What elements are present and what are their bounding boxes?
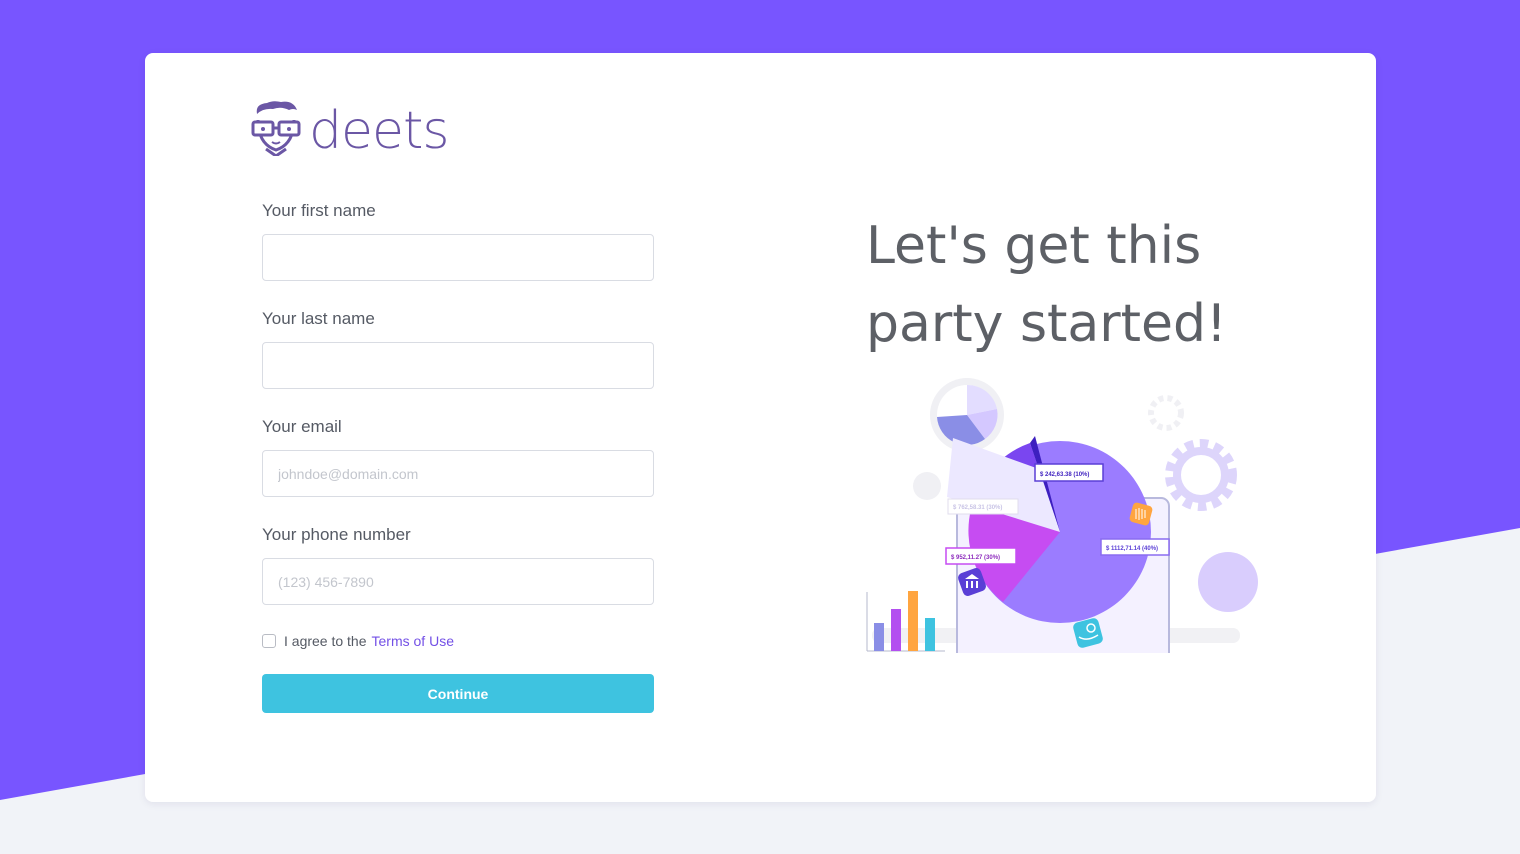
signup-form: Your first name Your last name Your emai… xyxy=(262,201,654,713)
pie-label-2: $ 762,58.31 (30%) xyxy=(953,505,1002,511)
pie-label-4: $ 1112,71.14 (40%) xyxy=(1106,546,1158,552)
last-name-label: Your last name xyxy=(262,309,375,328)
face-logo-icon xyxy=(251,100,301,161)
phone-label: Your phone number xyxy=(262,525,411,544)
terms-of-use-link[interactable]: Terms of Use xyxy=(372,633,454,649)
brand-name: deets xyxy=(309,100,449,161)
pie-label-3: $ 952,11.27 (30%) xyxy=(951,555,1000,561)
terms-checkbox[interactable] xyxy=(262,634,276,648)
first-name-label: Your first name xyxy=(262,201,376,220)
continue-button[interactable]: Continue xyxy=(262,674,654,713)
terms-agreement: I agree to the Terms of Use xyxy=(262,633,654,649)
email-input[interactable] xyxy=(262,450,654,497)
phone-input[interactable] xyxy=(262,558,654,605)
pie-label-1: $ 242,63.38 (10%) xyxy=(1040,472,1089,478)
hero-headline: Let's get this party started! xyxy=(866,216,1227,354)
logo: deets xyxy=(251,100,449,161)
email-label: Your email xyxy=(262,417,342,436)
finance-illustration: $ 242,63.38 (10%) $ 762,58.31 (30%) $ 95… xyxy=(865,378,1265,685)
first-name-input[interactable] xyxy=(262,234,654,281)
terms-prefix: I agree to the xyxy=(284,633,367,649)
last-name-input[interactable] xyxy=(262,342,654,389)
signup-card: deets Your first name Your last name You… xyxy=(145,53,1376,802)
gear-icon xyxy=(1148,395,1237,511)
